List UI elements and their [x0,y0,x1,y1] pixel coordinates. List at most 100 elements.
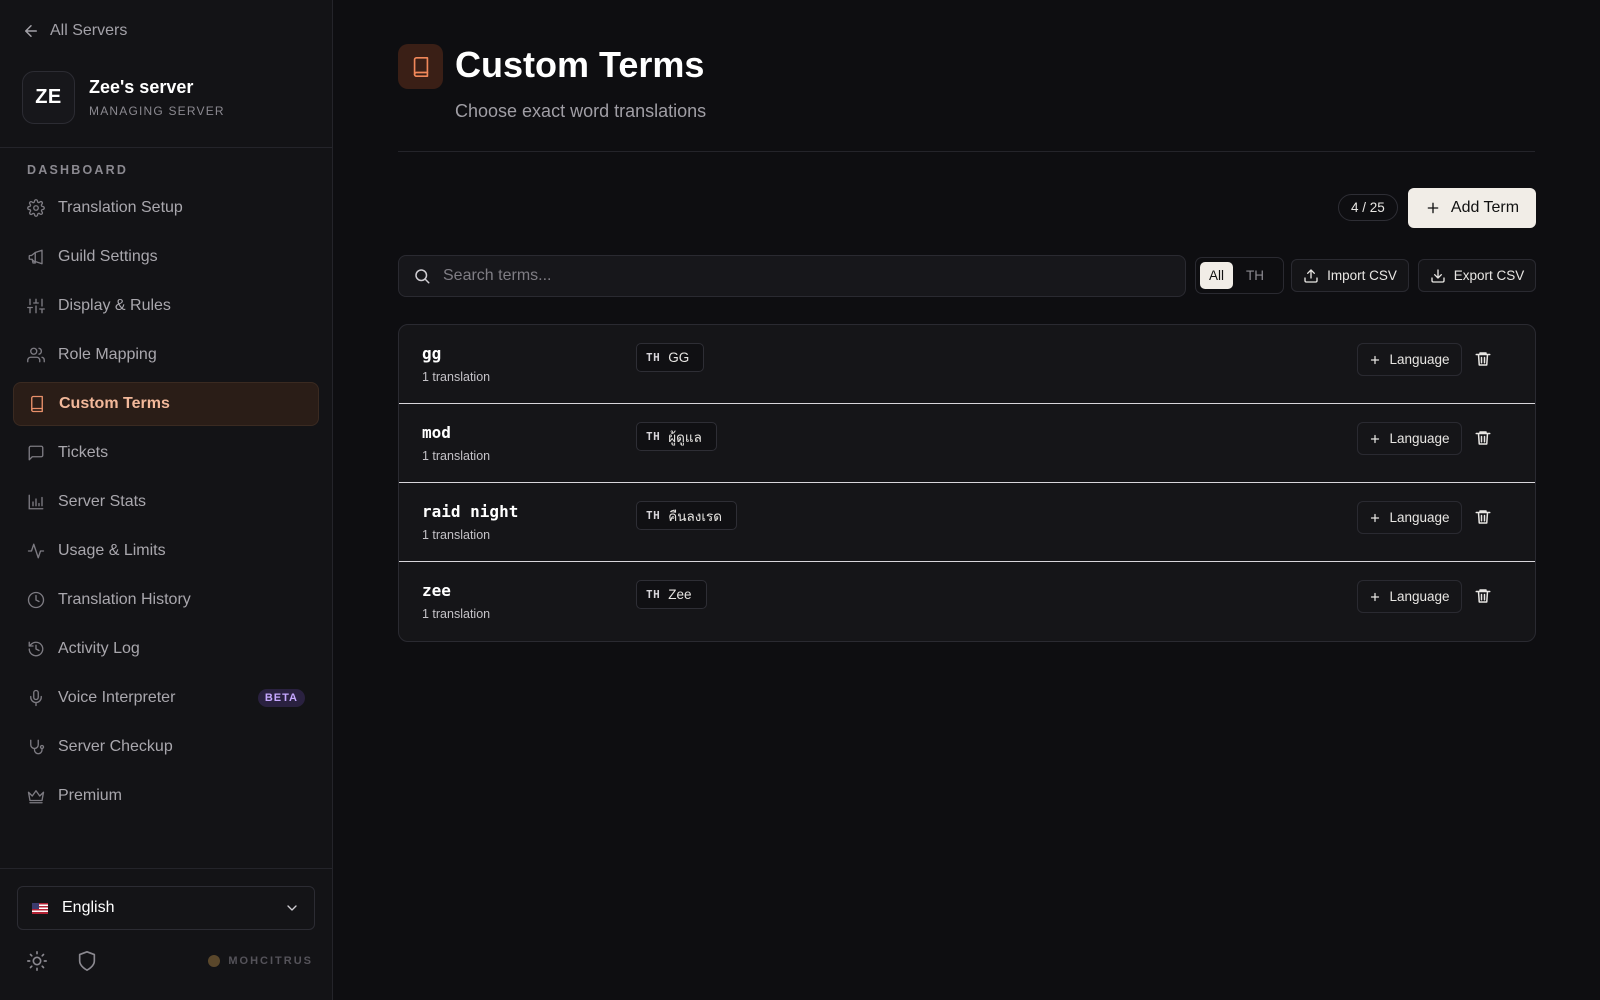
term-word: zee [422,581,451,600]
term-translation-count: 1 translation [422,449,491,463]
book-icon [28,395,46,413]
filter-th[interactable]: TH [1237,262,1273,289]
server-avatar: ZE [22,71,75,124]
server-name: Zee's server [89,77,194,97]
sidebar-item-guild-settings[interactable]: Guild Settings [13,235,319,279]
sidebar-item-label: Usage & Limits [58,542,166,559]
sidebar-item-usage-limits[interactable]: Usage & Limits [13,529,319,573]
add-term-button[interactable]: Add Term [1408,188,1536,228]
translation-chip[interactable]: TH คืนลงเรด [636,501,738,530]
trash-icon[interactable] [1474,508,1492,526]
translation-chip[interactable]: TH GG [636,343,705,372]
sidebar-item-server-checkup[interactable]: Server Checkup [13,725,319,769]
sidebar-item-translation-history[interactable]: Translation History [13,578,319,622]
us-flag-icon [32,902,48,914]
filter-all[interactable]: All [1200,262,1234,289]
sidebar-item-label: Display & Rules [58,297,171,314]
back-to-servers-link[interactable]: All Servers [22,22,127,40]
translation-chip[interactable]: TH ผู้ดูแล [636,422,717,451]
page-subtitle: Choose exact word translations [455,101,707,121]
sidebar-item-label: Custom Terms [59,395,170,412]
sidebar-item-label: Premium [58,787,123,804]
section-title-dashboard: DASHBOARD [27,163,129,177]
add-language-button[interactable]: Language [1357,580,1462,613]
history-icon [27,640,45,658]
translation-language: TH [646,351,661,364]
sidebar-item-display-rules[interactable]: Display & Rules [13,284,319,328]
brand-icon [208,955,221,967]
search-input[interactable] [443,267,1185,285]
translation-chip[interactable]: TH Zee [636,580,707,609]
crown-icon [27,787,45,805]
activity-icon [27,542,45,560]
sidebar-item-label: Server Checkup [58,738,173,755]
page-title: Custom Terms [455,44,705,85]
plus-icon [1369,591,1381,603]
term-translation-count: 1 translation [422,607,491,621]
download-icon [1430,268,1446,284]
add-language-button[interactable]: Language [1357,422,1462,455]
term-translation-count: 1 translation [422,370,491,384]
sidebar-item-premium[interactable]: Premium [13,774,319,818]
sidebar-item-label: Tickets [58,444,109,461]
divider [0,147,333,148]
plus-icon [1425,200,1441,216]
main-content: Custom Terms Choose exact word translati… [333,0,1600,1000]
back-link-label: All Servers [50,22,128,39]
sidebar-item-label: Guild Settings [58,248,158,265]
plus-icon [1369,433,1381,445]
term-word: raid night [422,502,519,521]
language-label: English [62,899,115,916]
add-language-label: Language [1389,431,1450,446]
translation-text: GG [668,350,690,365]
add-language-button[interactable]: Language [1357,343,1462,376]
language-filter: All TH [1195,257,1284,294]
server-subtitle: MANAGING SERVER [89,104,225,118]
sun-icon[interactable] [26,950,48,972]
users-icon [27,346,45,364]
sidebar-item-translation-setup[interactable]: Translation Setup [13,186,319,230]
arrow-left-icon [22,22,40,40]
trash-icon[interactable] [1474,429,1492,447]
export-csv-label: Export CSV [1453,268,1525,283]
translation-text: Zee [668,587,692,602]
sidebar-item-label: Server Stats [58,493,147,510]
sidebar-item-role-mapping[interactable]: Role Mapping [13,333,319,377]
add-language-label: Language [1389,589,1450,604]
mic-icon [27,689,45,707]
add-language-button[interactable]: Language [1357,501,1462,534]
sidebar-item-server-stats[interactable]: Server Stats [13,480,319,524]
search-bar [398,255,1186,297]
export-csv-button[interactable]: Export CSV [1418,259,1536,292]
sidebar-item-voice-interpreter[interactable]: Voice Interpreter BETA [13,676,319,720]
sidebar-item-tickets[interactable]: Tickets [13,431,319,475]
clock-icon [27,591,45,609]
sidebar-item-activity-log[interactable]: Activity Log [13,627,319,671]
bar-chart-icon [27,493,45,511]
sidebar-item-label: Role Mapping [58,346,157,363]
sidebar-item-label: Activity Log [58,640,140,657]
plus-icon [1369,354,1381,366]
sidebar-item-custom-terms[interactable]: Custom Terms [13,382,319,426]
sidebar-nav: Translation Setup Guild Settings Display… [13,186,319,823]
translation-language: TH [646,430,661,443]
import-csv-button[interactable]: Import CSV [1291,259,1409,292]
language-select[interactable]: English [17,886,315,930]
divider [0,868,333,869]
divider [398,151,1535,152]
translation-text: คืนลงเรด [668,508,723,524]
add-language-label: Language [1389,352,1450,367]
book-icon [398,44,443,89]
beta-badge: BETA [257,689,305,707]
term-row: raid night 1 translation TH คืนลงเรด Lan… [399,483,1535,562]
trash-icon[interactable] [1474,587,1492,605]
shield-icon[interactable] [76,950,98,972]
translation-language: TH [646,588,661,601]
term-translation-count: 1 translation [422,528,491,542]
megaphone-icon [27,248,45,266]
translation-language: TH [646,509,661,522]
term-row: gg 1 translation TH GG Language [399,325,1535,404]
term-word: mod [422,423,451,442]
trash-icon[interactable] [1474,350,1492,368]
server-info: ZE Zee's server MANAGING SERVER [22,71,225,124]
